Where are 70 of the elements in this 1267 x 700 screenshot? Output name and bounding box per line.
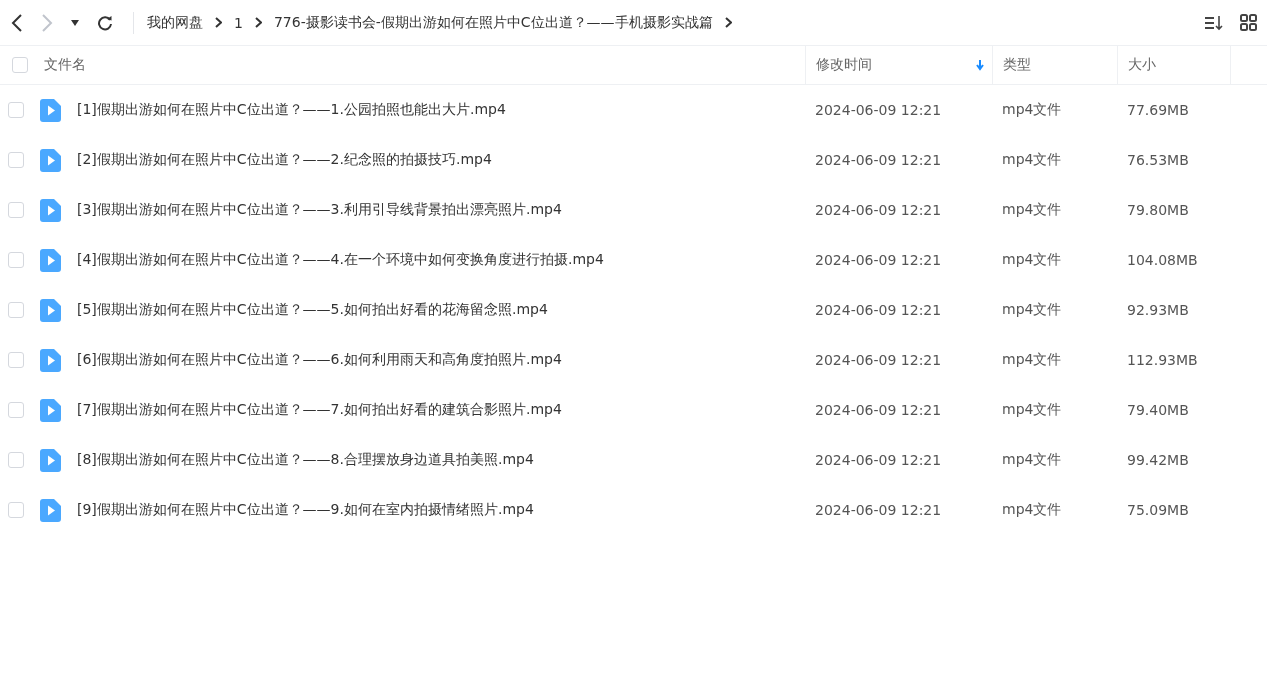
file-name[interactable]: [4]假期出游如何在照片中C位出道？——4.在一个环境中如何变换角度进行拍摄.mp4 <box>77 251 604 269</box>
table-cell: 75.09MB <box>1127 502 1189 518</box>
breadcrumb-link[interactable]: 1 <box>234 14 243 31</box>
sort-descending-icon[interactable] <box>976 59 984 71</box>
table-cell: mp4文件 <box>1002 201 1062 219</box>
table-cell: 2024-06-09 12:21 <box>815 452 942 468</box>
chevron-right-icon <box>254 17 262 28</box>
video-file-icon <box>40 148 61 172</box>
table-cell: 2024-06-09 12:21 <box>815 302 942 318</box>
checkbox[interactable] <box>8 452 24 468</box>
table-cell: mp4文件 <box>1002 351 1062 369</box>
refresh-icon[interactable] <box>97 14 113 31</box>
column-header[interactable]: 大小 <box>1128 56 1156 74</box>
chevron-right-icon <box>724 17 732 28</box>
checkbox[interactable] <box>8 502 24 518</box>
table-cell: mp4文件 <box>1002 401 1062 419</box>
video-file-icon <box>40 448 61 472</box>
breadcrumb-link[interactable]: 776-摄影读书会-假期出游如何在照片中C位出道？——手机摄影实战篇 <box>273 13 713 32</box>
column-header[interactable]: 文件名 <box>44 56 86 74</box>
table-cell: 2024-06-09 12:21 <box>815 502 942 518</box>
file-name[interactable]: [1]假期出游如何在照片中C位出道？——1.公园拍照也能出大片.mp4 <box>77 101 506 119</box>
video-file-icon <box>40 248 61 272</box>
grid-view-icon[interactable] <box>1240 14 1257 31</box>
table-cell: mp4文件 <box>1002 151 1062 169</box>
table-cell: 2024-06-09 12:21 <box>815 102 942 118</box>
video-file-icon <box>40 398 61 422</box>
chevron-right-icon <box>215 17 222 28</box>
table-cell: mp4文件 <box>1002 101 1062 119</box>
table-cell: 2024-06-09 12:21 <box>815 402 942 418</box>
video-file-icon <box>40 198 61 222</box>
checkbox[interactable] <box>8 302 24 318</box>
table-cell: mp4文件 <box>1002 301 1062 319</box>
table-cell: 77.69MB <box>1127 102 1189 118</box>
table-cell: 79.80MB <box>1127 202 1189 218</box>
file-name[interactable]: [7]假期出游如何在照片中C位出道？——7.如何拍出好看的建筑合影照片.mp4 <box>77 401 562 419</box>
table-cell: mp4文件 <box>1002 501 1062 519</box>
table-cell: 2024-06-09 12:21 <box>815 252 942 268</box>
checkbox[interactable] <box>8 352 24 368</box>
file-name[interactable]: [5]假期出游如何在照片中C位出道？——5.如何拍出好看的花海留念照.mp4 <box>77 301 548 319</box>
table-cell: 2024-06-09 12:21 <box>815 352 942 368</box>
video-file-icon <box>40 348 61 372</box>
file-name[interactable]: [2]假期出游如何在照片中C位出道？——2.纪念照的拍摄技巧.mp4 <box>77 151 492 169</box>
checkbox[interactable] <box>8 102 24 118</box>
sort-icon[interactable] <box>1204 14 1224 31</box>
file-name[interactable]: [9]假期出游如何在照片中C位出道？——9.如何在室内拍摄情绪照片.mp4 <box>77 501 534 519</box>
caret-icon[interactable] <box>71 19 79 26</box>
checkbox[interactable] <box>8 202 24 218</box>
table-cell: mp4文件 <box>1002 251 1062 269</box>
video-file-icon <box>40 498 61 522</box>
checkbox[interactable] <box>8 402 24 418</box>
table-cell: 79.40MB <box>1127 402 1189 418</box>
checkbox[interactable] <box>8 152 24 168</box>
table-cell: 112.93MB <box>1127 352 1198 368</box>
checkbox[interactable] <box>8 252 24 268</box>
breadcrumb-link[interactable]: 我的网盘 <box>147 13 203 32</box>
video-file-icon <box>40 298 61 322</box>
table-cell: 2024-06-09 12:21 <box>815 152 942 168</box>
file-name[interactable]: [6]假期出游如何在照片中C位出道？——6.如何利用雨天和高角度拍照片.mp4 <box>77 351 562 369</box>
table-cell: 2024-06-09 12:21 <box>815 202 942 218</box>
table-cell: mp4文件 <box>1002 451 1062 469</box>
table-cell: 92.93MB <box>1127 302 1189 318</box>
file-name[interactable]: [3]假期出游如何在照片中C位出道？——3.利用引导线背景拍出漂亮照片.mp4 <box>77 201 562 219</box>
table-cell: 104.08MB <box>1127 252 1198 268</box>
video-file-icon <box>40 98 61 122</box>
column-header[interactable]: 类型 <box>1003 56 1031 74</box>
column-header[interactable]: 修改时间 <box>816 56 872 74</box>
file-name[interactable]: [8]假期出游如何在照片中C位出道？——8.合理摆放身边道具拍美照.mp4 <box>77 451 534 469</box>
table-cell: 99.42MB <box>1127 452 1189 468</box>
table-cell: 76.53MB <box>1127 152 1189 168</box>
checkbox[interactable] <box>12 57 28 73</box>
